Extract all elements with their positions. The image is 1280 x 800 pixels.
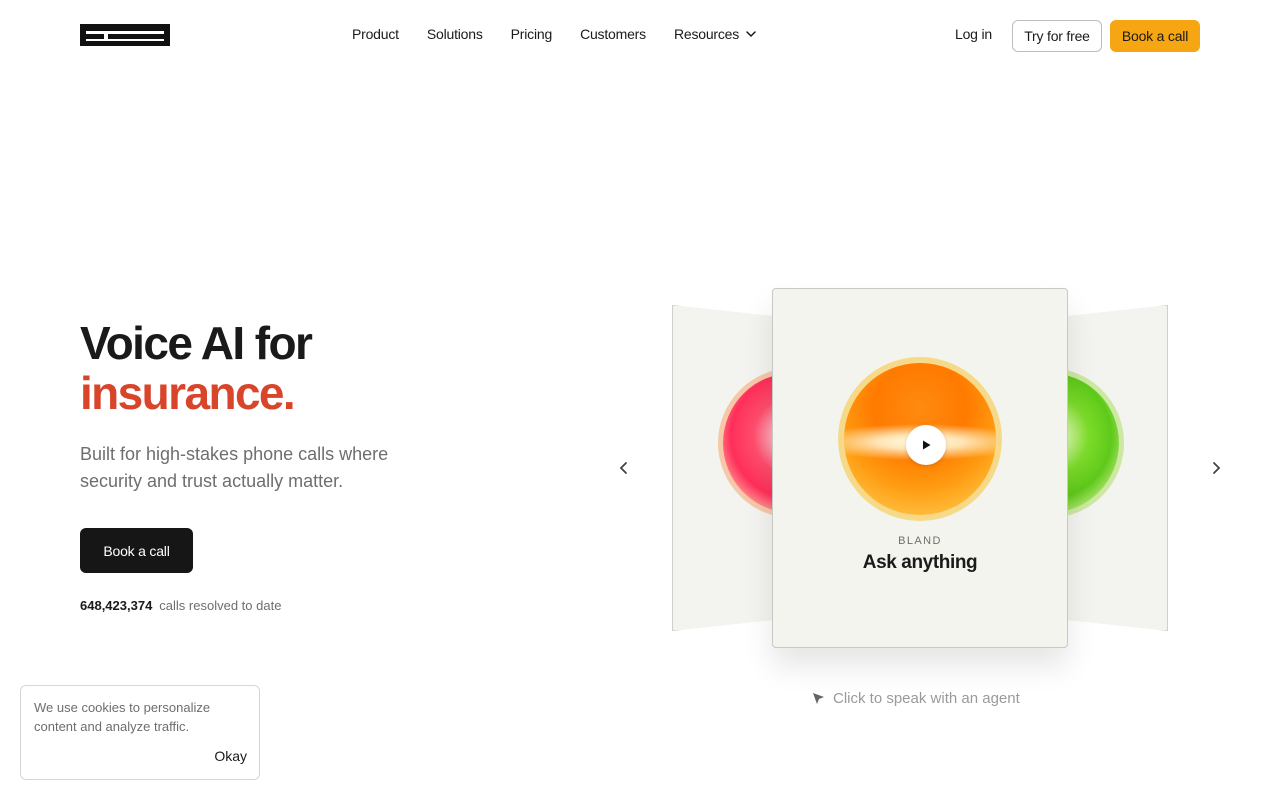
agent-card-active[interactable]: BLAND Ask anything [772, 288, 1068, 648]
nav-solutions-label: Solutions [426, 26, 483, 42]
nav-product-label: Product [352, 26, 399, 42]
play-icon [923, 440, 931, 450]
cookie-banner: We use cookies to personalize content an… [20, 685, 260, 780]
hero-title-accent: insurance. [80, 367, 296, 419]
login-link[interactable]: Log in [955, 26, 992, 42]
calls-label: calls resolved to date [159, 598, 282, 613]
calls-stat: 648,423,374 calls resolved to date [80, 598, 281, 613]
hero-title-line1: Voice AI for [80, 317, 313, 369]
book-call-button[interactable]: Book a call [80, 528, 193, 573]
chevron-left-icon [619, 462, 627, 474]
cursor-icon [813, 693, 824, 704]
main-nav: Product Solutions Pricing Customers Reso… [352, 26, 757, 42]
nav-customers-label: Customers [580, 26, 646, 42]
carousel-prev-button[interactable] [610, 454, 638, 482]
try-free-button[interactable]: Try for free [1012, 20, 1102, 52]
orange-orb [844, 363, 996, 515]
hero-title: Voice AI for insurance. [80, 317, 313, 419]
play-button[interactable] [906, 425, 946, 465]
chevron-down-icon [746, 31, 756, 38]
chevron-right-icon [1213, 462, 1221, 474]
book-call-header-button[interactable]: Book a call [1110, 20, 1200, 52]
nav-product[interactable]: Product [352, 26, 399, 42]
nav-pricing-label: Pricing [510, 26, 553, 42]
nav-resources[interactable]: Resources [674, 26, 757, 42]
hero-subtitle: Built for high-stakes phone calls where … [80, 444, 389, 491]
orange-orb-ring [838, 357, 1002, 521]
calls-count: 648,423,374 [80, 598, 153, 613]
cookie-text: We use cookies to personalize content an… [34, 700, 211, 734]
nav-solutions[interactable]: Solutions [427, 26, 483, 42]
bland-logo[interactable] [80, 22, 170, 48]
nav-customers[interactable]: Customers [580, 26, 646, 42]
cookie-okay-button[interactable]: Okay [214, 748, 247, 764]
speak-hint-label: Click to speak with an agent [833, 690, 1020, 707]
carousel-next-button[interactable] [1202, 454, 1230, 482]
nav-resources-label: Resources [673, 26, 740, 42]
site-header: Product Solutions Pricing Customers Reso… [0, 0, 1280, 72]
card-title: Ask anything [862, 552, 978, 573]
card-brand: BLAND [898, 535, 942, 547]
speak-hint[interactable]: Click to speak with an agent [812, 690, 1020, 707]
nav-pricing[interactable]: Pricing [510, 26, 553, 42]
